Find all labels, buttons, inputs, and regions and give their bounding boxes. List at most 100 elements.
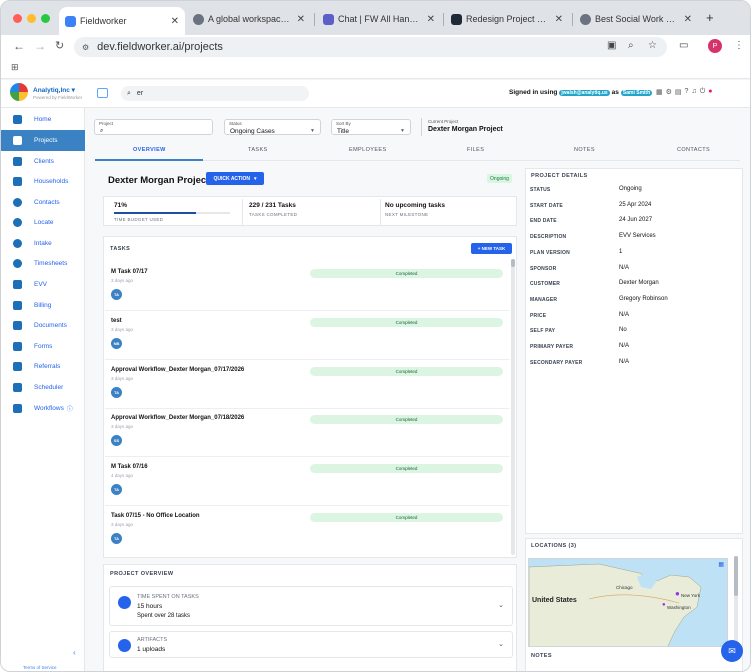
browser-tab-workspace[interactable]: A global workspace in la ✕ [187,7,311,31]
site-settings-icon[interactable]: ⚙ [82,43,89,52]
tab-overview[interactable]: OVERVIEW [133,147,166,153]
sidebar-item-referrals[interactable]: Referrals [1,356,85,377]
notification-bell-icon[interactable]: ● [708,88,712,96]
bookmark-star-icon[interactable]: ☆ [648,40,657,51]
install-app-icon[interactable]: ▣ [607,40,616,51]
task-status-bar: Completed [310,269,503,278]
tab-tasks[interactable]: TASKS [248,147,268,153]
task-status-bar: Completed [310,318,503,327]
gear-icon[interactable]: ⚙ [666,88,672,96]
forward-arrow-icon[interactable]: → [34,39,46,53]
folder-icon[interactable]: ▤ [675,88,682,96]
sidebar-item-home[interactable]: Home [1,109,85,130]
sidebar-item-billing[interactable]: Billing [1,295,85,316]
sidebar-item-forms[interactable]: Forms [1,336,85,357]
reload-icon[interactable]: ↻ [55,39,64,52]
task-row[interactable]: Approval Workflow_Dexter Morgan_07/17/20… [105,361,509,409]
browser-tab-chat[interactable]: Chat | FW All Hands | Mi ✕ [317,7,441,31]
sidebar-panel-icon[interactable]: ▭ [679,40,688,51]
close-window-button[interactable] [13,14,22,23]
chevron-down-icon: ▼ [400,128,405,134]
quick-action-button[interactable]: QUICK ACTION ▾ [206,172,264,185]
task-row[interactable]: test 3 days ago NB Completed [105,312,509,360]
sidebar-item-documents[interactable]: Documents [1,315,85,336]
scrollbar-thumb[interactable] [734,556,738,596]
plus-circle-icon [13,239,22,248]
task-row[interactable]: M Task 07/16 4 days ago TA Completed [105,458,509,506]
task-row[interactable]: M Task 07/17 3 days ago TA Completed [105,263,509,311]
sidebar-item-households[interactable]: Households [1,171,85,192]
sidebar-item-evv[interactable]: EVV [1,274,85,295]
project-search-field[interactable]: Project ⌕ [94,119,213,135]
task-row[interactable]: Task 07/15 - No Office Location 3 days a… [105,507,509,555]
tab-contacts[interactable]: CONTACTS [677,147,710,153]
maximize-window-button[interactable] [41,14,50,23]
sidebar-item-timesheets[interactable]: Timesheets [1,253,85,274]
progress-fill [114,212,197,214]
support-chat-button[interactable]: ✉ [721,640,743,662]
new-tab-button[interactable]: + [706,10,714,25]
close-tab-icon[interactable]: ✕ [427,14,435,25]
help-icon[interactable]: ? [685,88,689,96]
headset-icon[interactable]: ♫ [691,88,696,96]
sidebar-item-clients[interactable]: Clients [1,151,85,172]
back-arrow-icon[interactable]: ← [13,39,25,53]
minimize-window-button[interactable] [27,14,36,23]
contacts-icon [13,198,22,207]
browser-tab-redesign[interactable]: Redesign Project screen ✕ [445,7,569,31]
detail-key: END DATE [530,218,557,225]
close-tab-icon[interactable]: ✕ [297,14,305,25]
map-pin-icon[interactable]: ● [675,589,680,598]
artifacts-accordion[interactable]: ARTIFACTS 1 uploads ⌄ [109,631,513,658]
browser-menu-icon[interactable]: ⋮ [734,40,744,51]
close-tab-icon[interactable]: ✕ [171,16,179,27]
divider [380,199,381,225]
details-scrollbar[interactable] [734,556,738,646]
browser-tab-social-work[interactable]: Best Social Work Care M ✕ [574,7,698,31]
scrollbar-thumb[interactable] [511,259,515,267]
task-row[interactable]: Approval Workflow_Dexter Morgan_07/18/20… [105,409,509,457]
terms-link[interactable]: Terms of Service [23,665,57,670]
calendar-icon[interactable]: ▦ [656,88,663,96]
task-name: M Task 07/17 [111,269,148,275]
sidebar-item-workflows[interactable]: Workflows ⓘ [1,398,85,419]
close-tab-icon[interactable]: ✕ [684,14,692,25]
sidebar-item-intake[interactable]: Intake [1,233,85,254]
time-budget-progress [114,212,230,214]
browser-tab-strip: Fieldworker ✕ A global workspace in la ✕… [1,1,750,35]
locations-map[interactable]: United States Chicago New York Washingto… [528,558,728,647]
collapse-sidebar-icon[interactable]: ‹ [73,648,76,657]
task-name: Task 07/15 - No Office Location [111,513,200,519]
global-search-input[interactable]: ⌕ er [121,86,309,101]
browser-tab-fieldworker[interactable]: Fieldworker ✕ [59,7,185,35]
new-task-button[interactable]: + NEW TASK [471,243,512,254]
sidebar-item-locate[interactable]: Locate [1,212,85,233]
tasks-scrollbar[interactable] [511,259,515,555]
acting-user: Sami Smith [620,89,653,96]
profile-avatar[interactable]: P [708,39,722,53]
detail-key: PRIMARY PAYER [530,344,574,350]
tab-files[interactable]: FILES [467,147,484,153]
detail-value: 25 Apr 2024 [619,201,652,208]
map-pin-icon[interactable]: ● [662,602,666,608]
sidebar-item-projects[interactable]: Projects [1,130,85,151]
sidebar-item-scheduler[interactable]: Scheduler [1,377,85,398]
sort-select[interactable]: Sort By Title ▼ [331,119,411,135]
sidebar-item-contacts[interactable]: Contacts [1,192,85,213]
time-spent-accordion[interactable]: TIME SPENT ON TASKS 15 hours Spent over … [109,586,513,626]
tab-title: Fieldworker [80,16,127,26]
sidebar-toggle-icon[interactable] [97,88,108,98]
close-tab-icon[interactable]: ✕ [555,14,563,25]
apps-grid-icon[interactable]: ⊞ [11,62,19,73]
url-field[interactable]: ⚙ dev.fieldworker.ai/projects [74,37,667,57]
status-select[interactable]: Status Ongoing Cases ▼ [224,119,321,135]
org-powered-by: Powered by FieldWorker [33,95,83,100]
map-layers-icon[interactable]: ▦ [718,561,724,568]
zoom-icon[interactable]: ⌕ [628,40,634,51]
detail-value: Ongoing [619,186,642,192]
tab-employees[interactable]: EMPLOYEES [349,147,387,153]
tab-notes[interactable]: NOTES [574,147,595,153]
sidebar-item-label: Contacts [34,199,60,206]
org-switcher[interactable]: Analytiq,Inc ▾ [33,86,75,94]
logout-icon[interactable]: ⏻ [700,88,706,96]
